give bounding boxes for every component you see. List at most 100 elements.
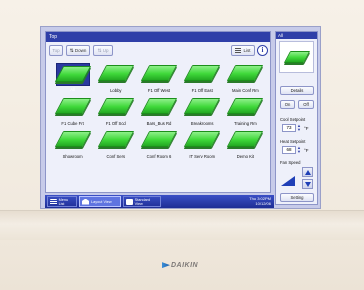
details-button[interactable]: Details: [280, 86, 314, 95]
heat-setpoint-unit: °F: [304, 148, 309, 153]
indoor-unit-icon: [227, 131, 264, 147]
cool-setpoint-stepper[interactable]: ▲ ▼: [297, 124, 302, 132]
zone-tile-lobby[interactable]: Lobby: [94, 61, 137, 93]
bottom-nav-bar: Menu List Layout View Standard View Thu …: [45, 195, 274, 208]
zone-tile-f1-cube-frt[interactable]: F1 Cube Frt: [51, 94, 94, 126]
info-icon[interactable]: i: [257, 45, 268, 56]
standard-view-button[interactable]: Standard View: [123, 196, 161, 207]
arrow-down-icon: [304, 181, 311, 187]
layout-view-label: Layout View: [91, 199, 112, 204]
sort-up-button[interactable]: ⇅Up: [93, 45, 113, 56]
indoor-unit-icon: [140, 65, 178, 81]
list-icon: [235, 47, 242, 54]
zone-label: Showroom: [62, 154, 83, 159]
off-button-label: Off: [303, 102, 309, 107]
arrow-down-icon[interactable]: ▼: [297, 128, 302, 132]
indoor-unit-icon: [183, 131, 221, 147]
zone-tile-it-serv-room[interactable]: IT Serv Room: [181, 127, 224, 159]
selected-unit-preview: [279, 41, 314, 73]
indoor-unit-icon: [183, 98, 221, 114]
sort-down-button[interactable]: ⇅Down: [66, 45, 90, 56]
menu-list-label: Menu List: [58, 197, 69, 206]
on-button-label: On: [284, 102, 291, 107]
brand-name: DAIKIN: [171, 262, 199, 269]
sort-up-label: Up: [102, 48, 109, 53]
sort-up-icon: ⇅: [97, 48, 102, 54]
layout-view-icon: [82, 198, 89, 205]
daikin-logo-icon: [162, 262, 170, 269]
zone-tile-main-conf-rm[interactable]: Main Conf Rm: [224, 61, 267, 93]
zone-label: Demo Kit: [236, 154, 255, 159]
zone-tile-all[interactable]: All: [51, 61, 94, 93]
zone-label: F1 Off West: [147, 88, 171, 93]
sort-down-icon: ⇅: [69, 48, 74, 54]
zone-label: F1 Off East: [191, 88, 213, 93]
cool-setpoint-label: Cool Setpoint: [280, 117, 306, 122]
zone-label: Conf Sers: [106, 154, 126, 159]
zone-label: Main Conf Rm: [232, 88, 259, 93]
clock-date: 10/12/06: [255, 200, 271, 206]
zone-tile-frame: [54, 63, 91, 86]
brand-logo: DAIKIN: [162, 262, 198, 269]
zone-tile-f1-off-scd[interactable]: F1 Off Scd: [94, 94, 137, 126]
bezel-seam: [0, 210, 364, 240]
fan-speed-label: Fan Speed: [280, 160, 301, 165]
zone-panel: Top Top ⇅Down ⇅Up List i All Lobby F1 Of…: [45, 31, 271, 193]
zone-tile-conf-sers[interactable]: Conf Sers: [94, 127, 137, 159]
zone-grid: All Lobby F1 Off West F1 Off East Main C…: [51, 61, 267, 191]
fan-speed-up-button[interactable]: [302, 167, 313, 177]
zone-tile-bars-bus-rd[interactable]: Bars_Bus Rd: [137, 94, 180, 126]
zone-label: Conf Room 6: [146, 154, 172, 159]
top-button-label: Top: [52, 48, 60, 53]
indoor-unit-icon: [54, 98, 91, 114]
zone-label: F1 Off Scd: [105, 121, 126, 126]
zone-label: Breakrooms: [190, 121, 214, 126]
indoor-unit-icon: [54, 66, 91, 82]
zone-tile-demo-kit[interactable]: Demo Kit: [224, 127, 267, 159]
heat-setpoint-label: Heat Setpoint: [280, 139, 306, 144]
zone-tile-f1-off-east[interactable]: F1 Off East: [181, 61, 224, 93]
toolbar: Top ⇅Down ⇅Up List i: [49, 45, 269, 57]
zone-tile-f1-off-west[interactable]: F1 Off West: [137, 61, 180, 93]
clock: Thu 3:02PM 10/12/06: [249, 196, 274, 206]
standard-view-label: Standard View: [134, 197, 151, 206]
zone-tile-breakrooms[interactable]: Breakrooms: [181, 94, 224, 126]
zone-tile-conf-room-6[interactable]: Conf Room 6: [137, 127, 180, 159]
list-view-button[interactable]: List: [231, 45, 255, 56]
arrow-down-icon[interactable]: ▼: [297, 150, 302, 154]
detail-panel-title: All: [276, 32, 317, 39]
zone-label: Bars_Bus Rd: [146, 121, 172, 126]
heat-setpoint-stepper[interactable]: ▲ ▼: [297, 146, 302, 154]
indoor-unit-icon: [140, 131, 178, 147]
standard-view-icon: [126, 198, 133, 205]
menu-list-button[interactable]: Menu List: [47, 196, 77, 207]
indoor-unit-icon: [227, 98, 264, 114]
setting-button[interactable]: Setting: [280, 193, 314, 202]
indoor-unit-icon: [183, 65, 221, 81]
zone-label: F1 Cube Frt: [61, 121, 84, 126]
indoor-unit-icon: [97, 131, 135, 147]
cool-setpoint-unit: °F: [304, 126, 309, 131]
zone-label: Training Rm: [234, 121, 257, 126]
indoor-unit-icon: [283, 51, 310, 63]
indoor-unit-icon: [140, 98, 178, 114]
layout-view-button[interactable]: Layout View: [79, 196, 121, 207]
arrow-up-icon: [304, 169, 311, 175]
indoor-unit-icon: [97, 98, 135, 114]
setting-button-label: Setting: [290, 195, 304, 200]
off-button[interactable]: Off: [298, 100, 314, 109]
menu-list-icon: [50, 198, 57, 205]
sort-down-label: Down: [74, 48, 87, 53]
zone-label: All: [70, 87, 75, 92]
heat-setpoint-value[interactable]: 68: [282, 146, 296, 154]
top-button[interactable]: Top: [49, 45, 63, 56]
zone-tile-showroom[interactable]: Showroom: [51, 127, 94, 159]
indoor-unit-icon: [54, 131, 91, 147]
indoor-unit-icon: [97, 65, 135, 81]
zone-tile-training-rm[interactable]: Training Rm: [224, 94, 267, 126]
cool-setpoint-value[interactable]: 73: [282, 124, 296, 132]
detail-panel: All Details On Off Cool Setpoint 73 ▲ ▼ °…: [275, 31, 318, 205]
on-button[interactable]: On: [280, 100, 295, 109]
fan-speed-icon: [281, 176, 295, 186]
fan-speed-down-button[interactable]: [302, 179, 313, 189]
